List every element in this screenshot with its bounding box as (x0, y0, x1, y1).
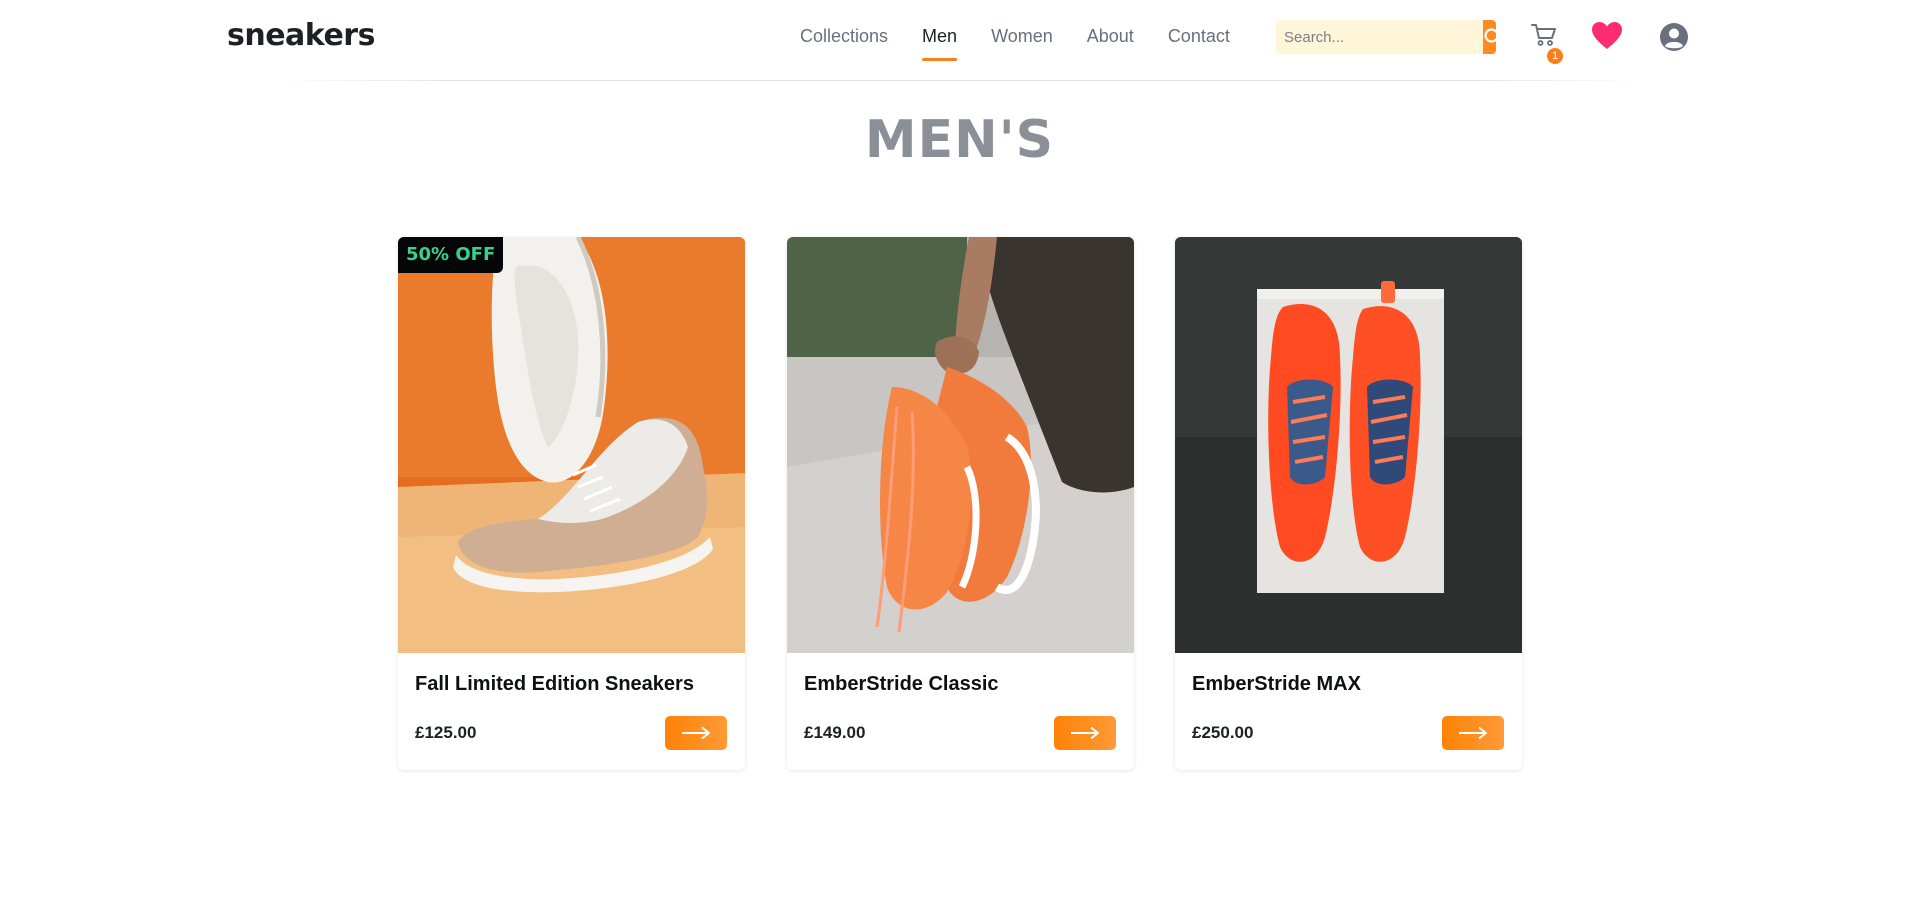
nav-item-about[interactable]: About (1087, 24, 1134, 60)
arrow-right-icon (1459, 726, 1487, 740)
nav-item-women[interactable]: Women (991, 24, 1053, 60)
arrow-right-icon (682, 726, 710, 740)
search-bar (1276, 20, 1496, 54)
product-price: £149.00 (804, 723, 866, 742)
product-price: £250.00 (1192, 723, 1254, 742)
search-icon (1484, 28, 1496, 43)
search-input[interactable] (1276, 20, 1483, 54)
nav-item-collections[interactable]: Collections (800, 24, 888, 60)
user-avatar-icon (1660, 23, 1688, 51)
nav-item-men[interactable]: Men (922, 24, 958, 61)
view-product-button[interactable] (665, 716, 727, 750)
product-price: £125.00 (415, 723, 477, 742)
product-image[interactable] (398, 237, 745, 653)
cart-button[interactable]: 1 (1530, 22, 1563, 64)
wishlist-button[interactable] (1591, 21, 1623, 51)
product-name[interactable]: EmberStride MAX (1192, 673, 1361, 696)
product-image[interactable] (1175, 237, 1522, 653)
discount-badge: 50% OFF (398, 237, 504, 273)
view-product-button[interactable] (1054, 716, 1116, 750)
product-card[interactable]: 50% OFF Fall Limited Edition Sneakers £1… (398, 237, 745, 770)
page-title: MEN'S (864, 110, 1055, 170)
cart-count-badge: 1 (1547, 48, 1563, 64)
product-name[interactable]: EmberStride Classic (804, 673, 999, 696)
product-card[interactable]: EmberStride Classic £149.00 (787, 237, 1134, 770)
main-nav: Collections Men Women About Contact (800, 24, 1264, 61)
product-name[interactable]: Fall Limited Edition Sneakers (415, 673, 694, 696)
product-image[interactable] (787, 237, 1134, 653)
brand-logo[interactable]: sneakers (227, 18, 375, 53)
account-button[interactable] (1659, 22, 1689, 52)
product-card[interactable]: EmberStride MAX £250.00 (1175, 237, 1522, 770)
view-product-button[interactable] (1442, 716, 1504, 750)
arrow-right-icon (1071, 726, 1099, 740)
heart-icon (1592, 22, 1622, 49)
cart-icon (1531, 24, 1556, 46)
search-button[interactable] (1483, 20, 1496, 54)
site-header: sneakers Collections Men Women About Con… (0, 0, 1919, 82)
header-divider (280, 80, 1640, 81)
nav-item-contact[interactable]: Contact (1168, 24, 1230, 60)
